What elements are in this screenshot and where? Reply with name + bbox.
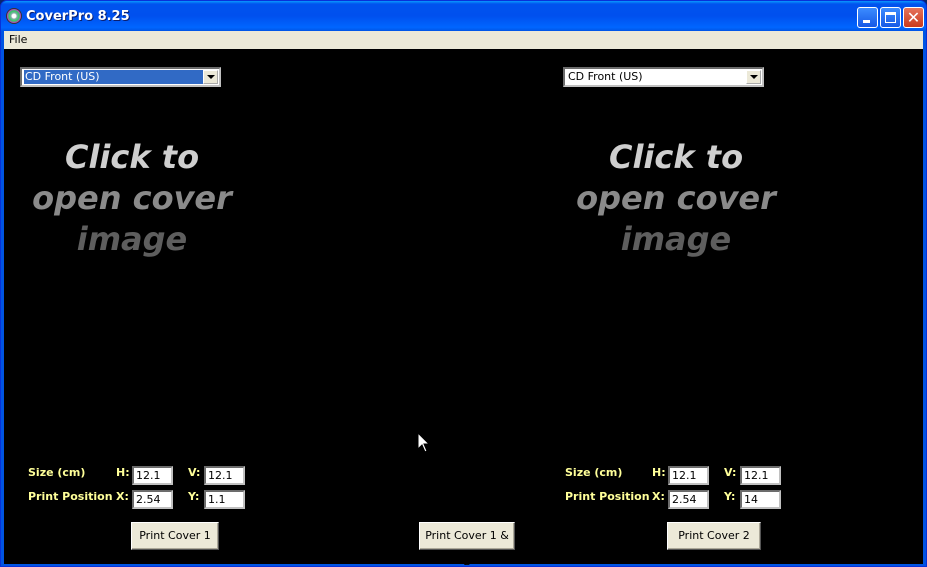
height-input-2[interactable] xyxy=(668,466,709,485)
close-icon: ✕ xyxy=(906,8,921,27)
placeholder-line3: image xyxy=(620,220,732,258)
size-label-1: Size (cm) xyxy=(28,466,86,479)
x-position-input-1[interactable] xyxy=(132,490,173,509)
app-window: CoverPro 8.25 ✕ File CD Front (US) Click… xyxy=(0,0,927,567)
mouse-pointer-icon xyxy=(417,432,431,453)
v-label-2: V: xyxy=(724,466,737,479)
x-label-2: X: xyxy=(652,490,665,503)
cover-type-select-1[interactable]: CD Front (US) xyxy=(20,67,221,87)
maximize-icon xyxy=(885,12,896,23)
open-cover-image-1[interactable]: Click to open cover image xyxy=(12,137,252,260)
y-position-input-1[interactable] xyxy=(204,490,245,509)
close-button[interactable]: ✕ xyxy=(903,7,924,28)
position-label-2: Print Position xyxy=(565,490,650,503)
chevron-down-icon[interactable] xyxy=(203,70,218,84)
position-label-1: Print Position xyxy=(28,490,113,503)
cover-type-value-1: CD Front (US) xyxy=(23,69,205,85)
y-label-1: Y: xyxy=(188,490,200,503)
maximize-button[interactable] xyxy=(880,7,901,28)
placeholder-line3: image xyxy=(76,220,188,258)
v-label-1: V: xyxy=(188,466,201,479)
width-input-1[interactable] xyxy=(204,466,245,485)
width-input-2[interactable] xyxy=(740,466,781,485)
minimize-icon xyxy=(863,20,870,23)
menu-bar: File xyxy=(4,31,923,49)
main-area: CD Front (US) Click to open cover image … xyxy=(4,49,923,566)
open-cover-image-2[interactable]: Click to open cover image xyxy=(556,137,796,260)
menu-file[interactable]: File xyxy=(9,33,27,46)
placeholder-line2: open cover xyxy=(576,179,776,217)
x-label-1: X: xyxy=(116,490,129,503)
placeholder-line1: Click to xyxy=(64,138,200,176)
h-label-1: H: xyxy=(116,466,130,479)
cover-type-value-2: CD Front (US) xyxy=(568,70,643,83)
chevron-down-icon[interactable] xyxy=(746,70,761,84)
height-input-1[interactable] xyxy=(132,466,173,485)
minimize-button[interactable] xyxy=(857,7,878,28)
placeholder-line2: open cover xyxy=(32,179,232,217)
title-bar[interactable]: CoverPro 8.25 ✕ xyxy=(1,1,926,31)
print-cover-1-button[interactable]: Print Cover 1 xyxy=(131,522,219,550)
cd-app-icon xyxy=(6,8,22,24)
size-label-2: Size (cm) xyxy=(565,466,623,479)
y-label-2: Y: xyxy=(724,490,736,503)
placeholder-line1: Click to xyxy=(608,138,744,176)
cover-type-select-2[interactable]: CD Front (US) xyxy=(563,67,764,87)
h-label-2: H: xyxy=(652,466,666,479)
print-both-covers-button[interactable]: Print Cover 1 & 2 xyxy=(419,522,515,566)
x-position-input-2[interactable] xyxy=(668,490,709,509)
print-cover-2-button[interactable]: Print Cover 2 xyxy=(667,522,761,550)
y-position-input-2[interactable] xyxy=(740,490,781,509)
window-title: CoverPro 8.25 xyxy=(26,9,130,24)
